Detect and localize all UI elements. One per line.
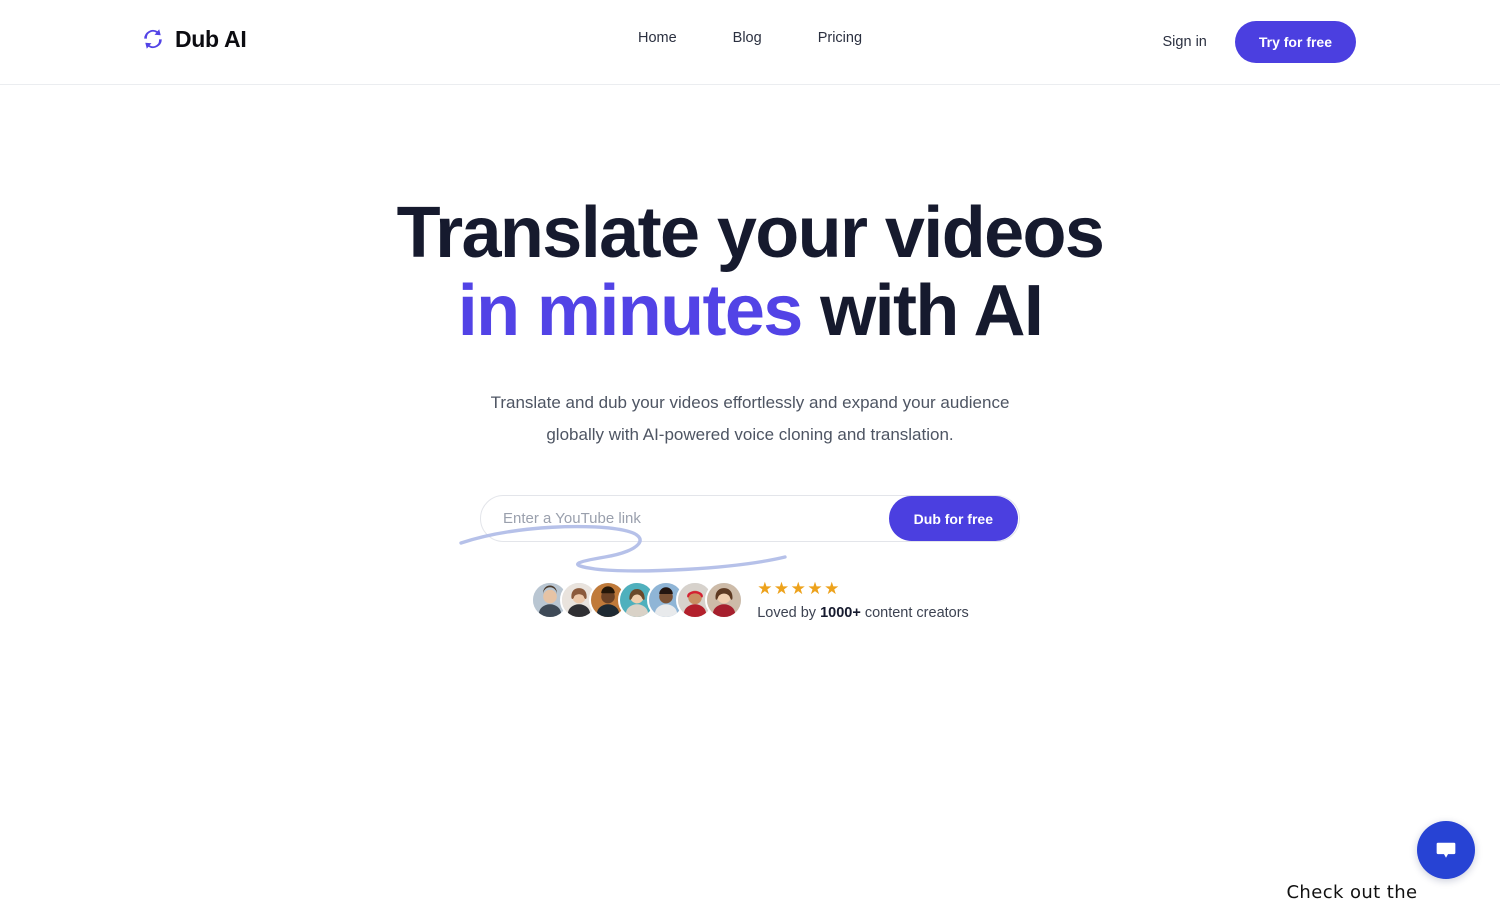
dub-for-free-button[interactable]: Dub for free bbox=[888, 496, 1018, 542]
headline-line-2-rest: with AI bbox=[801, 270, 1044, 351]
headline-accent: in minutes bbox=[457, 270, 804, 351]
dub-form: Dub for free bbox=[480, 495, 1020, 543]
chat-widget-button[interactable] bbox=[1417, 821, 1475, 879]
hero-section: Translate your videos in minutes with AI… bbox=[0, 193, 1500, 900]
header-actions: Sign in Try for free bbox=[1163, 21, 1356, 63]
nav-item-home[interactable]: Home bbox=[638, 31, 677, 46]
annotation-callout: Check out the dubbing results bbox=[1252, 877, 1452, 900]
site-header: Dub AI Home Blog Pricing Sign in Try for… bbox=[0, 0, 1500, 85]
sign-in-link[interactable]: Sign in bbox=[1163, 34, 1207, 50]
annotation-line-1: Check out the bbox=[1286, 882, 1418, 900]
avatar bbox=[705, 581, 744, 620]
social-proof: ★★★★★ Loved by 1000+ content creators bbox=[0, 579, 1500, 621]
headline-line-1: Translate your videos bbox=[396, 193, 1105, 273]
page-title: Translate your videos in minutes with AI bbox=[0, 193, 1500, 351]
loved-suffix: content creators bbox=[860, 604, 969, 621]
nav-item-pricing[interactable]: Pricing bbox=[818, 31, 862, 46]
youtube-link-input[interactable] bbox=[503, 510, 889, 528]
nav-item-blog[interactable]: Blog bbox=[733, 31, 762, 46]
chat-bubble-icon bbox=[1436, 842, 1456, 858]
loved-by-text: Loved by 1000+ content creators bbox=[757, 605, 969, 621]
headline-line-2: in minutes with AI bbox=[457, 270, 1044, 351]
rating-block: ★★★★★ Loved by 1000+ content creators bbox=[757, 579, 969, 621]
hero-subtitle: Translate and dub your videos effortless… bbox=[410, 387, 1090, 452]
loved-prefix: Loved by bbox=[757, 604, 821, 621]
hero-subtitle-line-2: globally with AI-powered voice cloning a… bbox=[546, 424, 954, 444]
try-for-free-button[interactable]: Try for free bbox=[1234, 21, 1356, 63]
loved-count: 1000+ bbox=[820, 604, 861, 621]
star-rating-icon: ★★★★★ bbox=[757, 579, 841, 599]
avatar-group bbox=[531, 581, 744, 620]
hero-subtitle-line-1: Translate and dub your videos effortless… bbox=[490, 392, 1010, 412]
